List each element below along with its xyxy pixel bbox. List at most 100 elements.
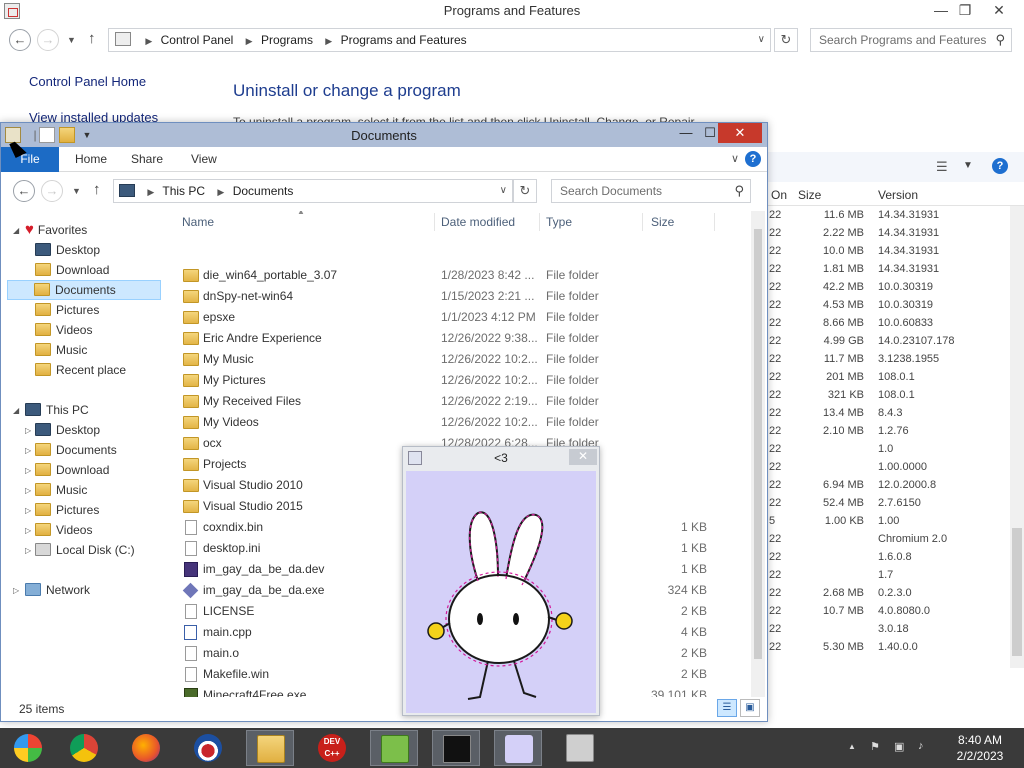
favorites-item-download[interactable]: Download [35, 260, 109, 280]
program-row[interactable]: 22 4.99 GB 14.0.23107.178 [766, 333, 1010, 351]
this-pc-item-documents[interactable]: ▷ Documents [25, 440, 117, 460]
explorer-address-bar[interactable]: ▶ This PC ▶ Documents ∨ [113, 179, 513, 203]
network-node[interactable]: ▷ Network [13, 580, 90, 601]
start-button[interactable] [4, 730, 52, 766]
network-tray-icon[interactable]: ▣ [894, 740, 904, 753]
breadcrumb-programs[interactable]: Programs [261, 33, 313, 47]
bg-recent-chevron-icon[interactable]: ▼ [67, 35, 76, 45]
tab-share[interactable]: Share [131, 147, 163, 172]
program-row[interactable]: 22 2.22 MB 14.34.31931 [766, 225, 1010, 243]
bg-address-dropdown-icon[interactable]: ∨ [758, 29, 765, 51]
program-row[interactable]: 22 1.7 [766, 567, 1010, 585]
program-row[interactable]: 22 1.00.0000 [766, 459, 1010, 477]
address-dropdown-icon[interactable]: ∨ [500, 180, 507, 202]
explorer-close-button[interactable]: ✕ [718, 123, 762, 143]
program-row[interactable]: 22 Chromium 2.0 [766, 531, 1010, 549]
program-row[interactable]: 22 6.94 MB 12.0.2000.8 [766, 477, 1010, 495]
back-button[interactable]: ← [13, 180, 35, 202]
up-arrow-icon[interactable]: ↑ [93, 181, 101, 198]
column-size[interactable]: Size [651, 211, 674, 233]
collapsed-triangle-icon[interactable]: ▷ [25, 501, 31, 521]
help-icon[interactable]: ? [745, 151, 761, 167]
program-row[interactable]: 22 5.30 MB 1.40.0.0 [766, 639, 1010, 657]
explorer-minimize-button[interactable]: — [673, 123, 699, 143]
program-row[interactable]: 22 10.7 MB 4.0.8080.0 [766, 603, 1010, 621]
program-row[interactable]: 22 4.53 MB 10.0.30319 [766, 297, 1010, 315]
program-row[interactable]: 22 3.0.18 [766, 621, 1010, 639]
column-date-modified[interactable]: Date modified [441, 211, 515, 233]
breadcrumb-this-pc[interactable]: This PC [162, 184, 205, 198]
column-version[interactable]: Version [878, 188, 918, 202]
taskbar-folder[interactable] [556, 730, 604, 766]
favorites-item-desktop[interactable]: Desktop [35, 240, 100, 260]
program-row[interactable]: 22 13.4 MB 8.4.3 [766, 405, 1010, 423]
expanded-triangle-icon[interactable]: ◢ [13, 401, 19, 421]
this-pc-item-music[interactable]: ▷ Music [25, 480, 87, 500]
taskbar-file-explorer[interactable] [246, 730, 294, 766]
this-pc-item-local-disk-c-[interactable]: ▷ Local Disk (C:) [25, 540, 135, 560]
favorites-item-music[interactable]: Music [35, 340, 87, 360]
program-row[interactable]: 22 11.6 MB 14.34.31931 [766, 207, 1010, 225]
breadcrumb-documents[interactable]: Documents [233, 184, 294, 198]
taskbar-image-viewer[interactable] [494, 730, 542, 766]
system-clock[interactable]: 8:40 AM 2/2/2023 [942, 732, 1018, 764]
taskbar-obama[interactable] [184, 730, 232, 766]
volume-icon[interactable]: ♪ [918, 740, 924, 752]
taskbar-chrome[interactable] [60, 730, 108, 766]
column-divider[interactable] [642, 213, 643, 231]
collapsed-triangle-icon[interactable]: ▷ [13, 581, 19, 601]
favorites-node[interactable]: ◢ ♥ Favorites [13, 220, 87, 241]
program-row[interactable]: 22 52.4 MB 2.7.6150 [766, 495, 1010, 513]
program-row[interactable]: 22 1.0 [766, 441, 1010, 459]
help-icon[interactable]: ? [992, 158, 1008, 174]
search-documents-input[interactable]: Search Documents ⚲ [551, 179, 751, 203]
favorites-item-recent-place[interactable]: Recent place [35, 360, 126, 380]
favorites-item-documents[interactable]: Documents [7, 280, 161, 300]
favorites-item-videos[interactable]: Videos [35, 320, 92, 340]
collapsed-triangle-icon[interactable]: ▷ [25, 541, 31, 561]
recent-locations-chevron-icon[interactable]: ▼ [72, 186, 81, 196]
file-row[interactable]: My Pictures 12/26/2022 10:2... File folder [177, 370, 752, 391]
column-divider[interactable] [714, 213, 715, 231]
program-row[interactable]: 22 11.7 MB 3.1238.1955 [766, 351, 1010, 369]
this-pc-item-download[interactable]: ▷ Download [25, 460, 109, 480]
program-row[interactable]: 22 1.81 MB 14.34.31931 [766, 261, 1010, 279]
favorites-item-pictures[interactable]: Pictures [35, 300, 99, 320]
tab-file[interactable]: File [1, 147, 59, 172]
bg-search-input[interactable]: Search Programs and Features ⚲ [810, 28, 1012, 52]
file-list-scroll-thumb[interactable] [754, 229, 762, 659]
action-center-flag-icon[interactable]: ⚑ [870, 740, 880, 753]
expanded-triangle-icon[interactable]: ◢ [13, 221, 19, 241]
refresh-button[interactable]: ↻ [513, 179, 537, 203]
tab-view[interactable]: View [191, 147, 217, 172]
taskbar-dev-cpp[interactable]: DEV C++ [308, 730, 356, 766]
bg-back-button[interactable]: ← [9, 29, 31, 51]
program-row[interactable]: 22 321 KB 108.0.1 [766, 387, 1010, 405]
breadcrumb-control-panel[interactable]: Control Panel [161, 33, 234, 47]
taskbar-firefox[interactable] [122, 730, 170, 766]
this-pc-item-desktop[interactable]: ▷ Desktop [25, 420, 100, 440]
breadcrumb-programs-and-features[interactable]: Programs and Features [341, 33, 467, 47]
large-icons-view-button[interactable]: ▣ [740, 699, 760, 717]
column-type[interactable]: Type [546, 211, 572, 233]
taskbar-command-prompt[interactable] [432, 730, 480, 766]
column-name[interactable]: Name [182, 211, 214, 233]
file-row[interactable]: die_win64_portable_3.07 1/28/2023 8:42 ..… [177, 265, 752, 286]
file-row[interactable]: Eric Andre Experience 12/26/2022 9:38... F… [177, 328, 752, 349]
bg-refresh-button[interactable]: ↻ [774, 28, 798, 52]
this-pc-node[interactable]: ◢ This PC [13, 400, 89, 421]
details-view-button[interactable]: ☰ [717, 699, 737, 717]
program-row[interactable]: 22 2.68 MB 0.2.3.0 [766, 585, 1010, 603]
bg-close-button[interactable]: ✕ [976, 0, 1022, 22]
program-row[interactable]: 5 1.00 KB 1.00 [766, 513, 1010, 531]
view-chevron-down-icon[interactable]: ▼ [963, 160, 973, 171]
this-pc-item-videos[interactable]: ▷ Videos [25, 520, 92, 540]
ribbon-expand-icon[interactable]: ∨ [731, 152, 739, 165]
column-divider[interactable] [434, 213, 435, 231]
bg-address-bar[interactable]: ▶ Control Panel ▶ Programs ▶ Programs an… [108, 28, 771, 52]
show-hidden-icons-icon[interactable]: ▲ [848, 742, 856, 751]
file-list-scrollbar[interactable] [751, 211, 765, 697]
view-options-icon[interactable]: ☰ [936, 159, 948, 175]
file-row[interactable]: epsxe 1/1/2023 4:12 PM File folder [177, 307, 752, 328]
column-divider[interactable] [539, 213, 540, 231]
